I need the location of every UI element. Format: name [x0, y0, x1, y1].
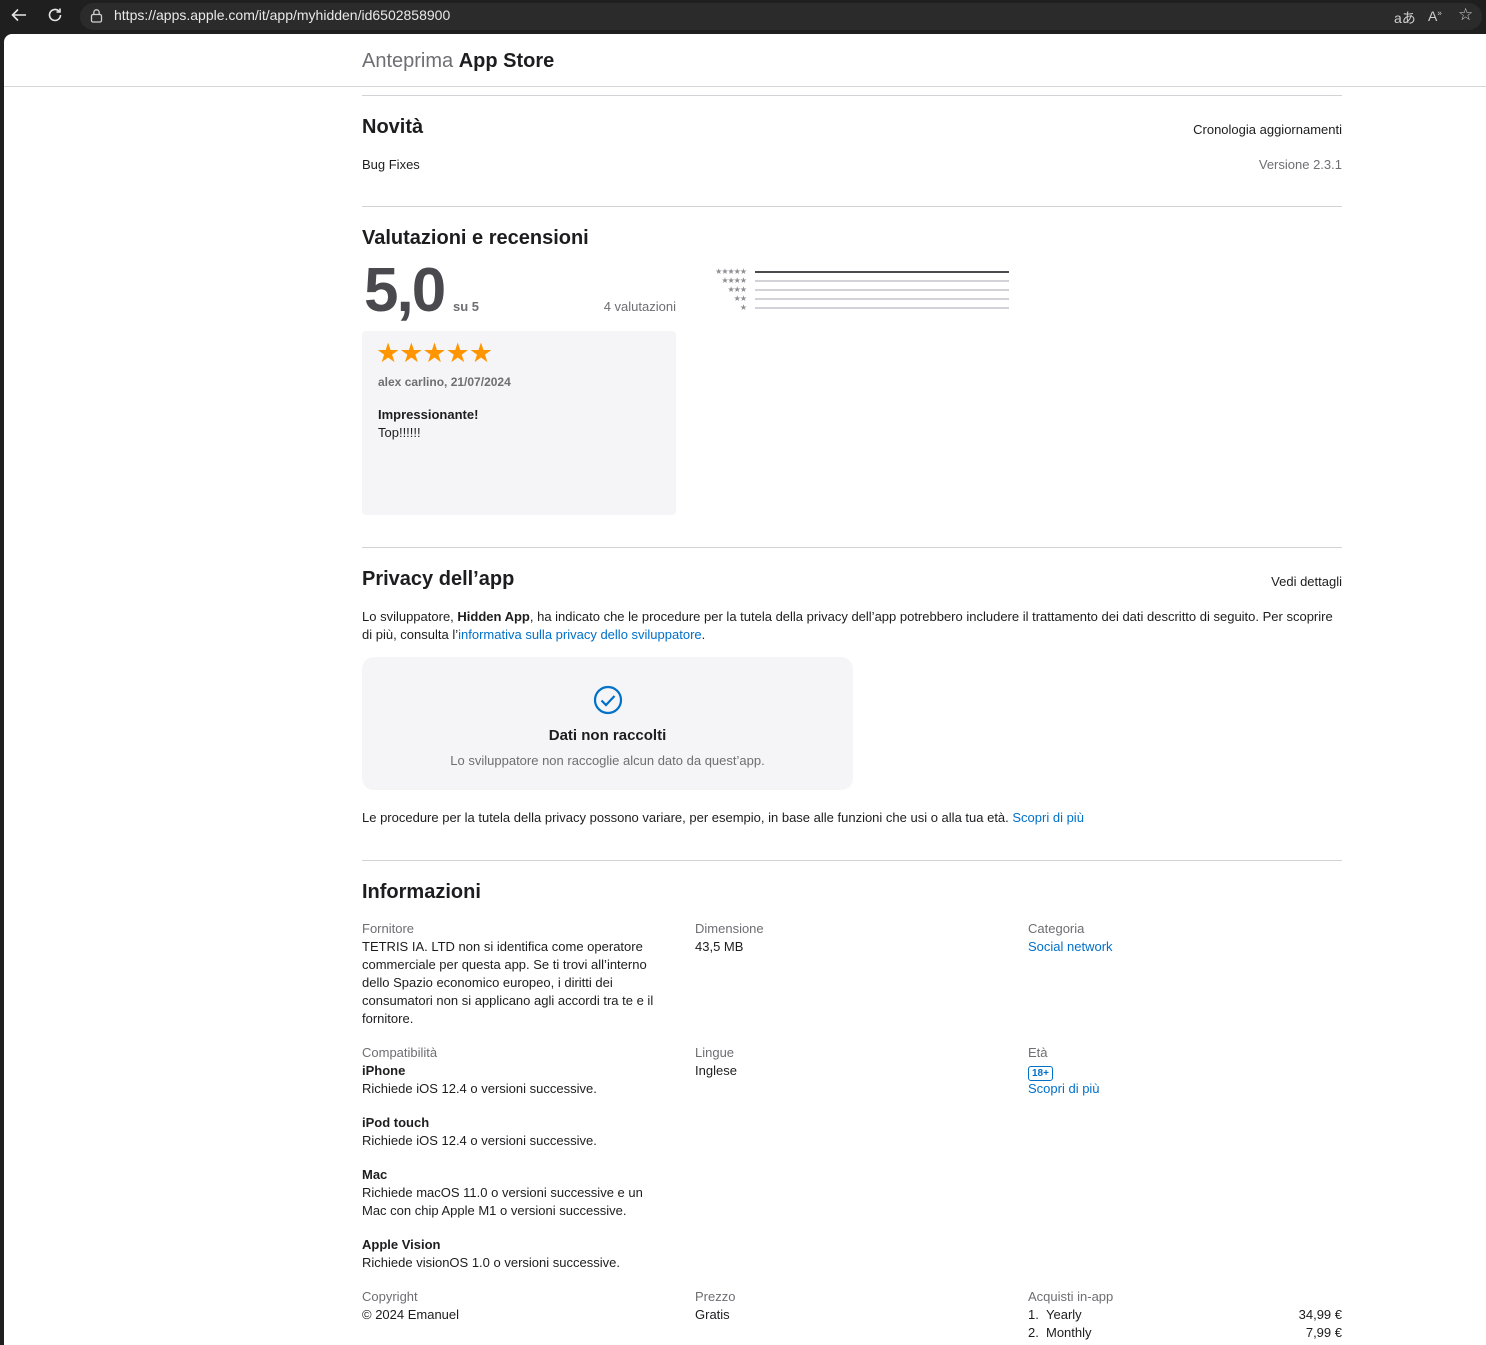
- languages-label: Lingue: [695, 1045, 735, 1060]
- back-arrow-icon[interactable]: [9, 5, 29, 25]
- iap-item-name: Monthly: [1046, 1325, 1092, 1340]
- rating-score: 5,0: [364, 256, 446, 325]
- rating-bar-stars: ★★★: [727, 284, 747, 294]
- translate-icon[interactable]: aあ: [1394, 8, 1416, 28]
- divider: [362, 547, 1342, 548]
- review-body: Top!!!!!!: [378, 425, 421, 440]
- web-page: Anteprima App Store Novità Cronologia ag…: [4, 34, 1486, 1345]
- lock-icon: [90, 8, 103, 26]
- review-card[interactable]: ★★★★★ alex carlino, 21/07/2024 Impressio…: [362, 331, 676, 515]
- age-learn-more-link[interactable]: Scopri di più: [1028, 1080, 1100, 1098]
- copyright-value: © 2024 Emanuel: [362, 1307, 460, 1322]
- reload-icon[interactable]: [45, 5, 65, 25]
- category-link[interactable]: Social network: [1028, 938, 1113, 956]
- privacy-learn-more-link[interactable]: Scopri di più: [1012, 810, 1084, 825]
- rating-out-of: su 5: [453, 299, 480, 314]
- review-stars-icon: ★★★★★: [376, 338, 493, 368]
- privacy-card-title: Dati non raccolti: [548, 727, 667, 744]
- rating-bar-1: ★: [696, 303, 1016, 312]
- copyright-label: Copyright: [362, 1289, 418, 1304]
- divider: [362, 95, 1342, 96]
- compat-requirement: Richiede iOS 12.4 o versioni successive.: [362, 1133, 597, 1148]
- review-author-date: alex carlino, 21/07/2024: [378, 375, 511, 389]
- compat-requirement: Richiede visionOS 1.0 o versioni success…: [362, 1255, 620, 1270]
- privacy-footer: Le procedure per la tutela della privacy…: [362, 810, 1084, 825]
- privacy-intro: Lo sviluppatore, Hidden App, ha indicato…: [362, 608, 1342, 644]
- rating-bar-3: ★★★: [696, 285, 1016, 294]
- age-rating-badge: 18+: [1028, 1066, 1053, 1081]
- privacy-details-link[interactable]: Vedi dettagli: [1271, 574, 1342, 589]
- rating-bar-4: ★★★★: [696, 276, 1016, 285]
- ratings-title: Valutazioni e recensioni: [362, 227, 589, 249]
- price-value: Gratis: [695, 1307, 730, 1322]
- info-title: Informazioni: [362, 881, 481, 903]
- compat-device: Mac: [362, 1167, 388, 1182]
- url-text: https://apps.apple.com/it/app/myhidden/i…: [114, 7, 451, 23]
- provider-label: Fornitore: [362, 921, 415, 936]
- rating-count: 4 valutazioni: [603, 299, 676, 314]
- read-aloud-icon[interactable]: A»: [1428, 8, 1442, 24]
- version-history-link[interactable]: Cronologia aggiornamenti: [1193, 122, 1342, 137]
- brand-prefix: Anteprima: [362, 50, 454, 72]
- rating-bar-stars: ★★★★★: [715, 266, 747, 276]
- app-store-header: Anteprima App Store: [4, 34, 1486, 87]
- iap-label: Acquisti in-app: [1028, 1289, 1114, 1304]
- developer-name: Hidden App: [457, 609, 530, 624]
- browser-toolbar: https://apps.apple.com/it/app/myhidden/i…: [0, 0, 1486, 34]
- privacy-card-text: Lo sviluppatore non raccoglie alcun dato…: [450, 753, 765, 768]
- size-label: Dimensione: [695, 921, 764, 936]
- languages-value: Inglese: [695, 1063, 737, 1078]
- checkmark-circle-icon: [593, 685, 623, 720]
- compat-device: iPhone: [362, 1063, 406, 1078]
- favorite-star-icon[interactable]: ☆: [1458, 5, 1473, 25]
- iap-item-price: 7,99 €: [1305, 1325, 1342, 1340]
- price-label: Prezzo: [695, 1289, 736, 1304]
- version-label: Versione 2.3.1: [1258, 157, 1342, 172]
- privacy-intro-text: Lo sviluppatore,: [362, 609, 458, 624]
- provider-value: TETRIS IA. LTD non si identifica come op…: [362, 939, 654, 1026]
- divider: [362, 206, 1342, 207]
- iap-item-price: 34,99 €: [1298, 1307, 1342, 1322]
- rating-bar-stars: ★★★★: [721, 275, 747, 285]
- privacy-card: Dati non raccolti Lo sviluppatore non ra…: [362, 657, 853, 790]
- privacy-title: Privacy dell’app: [362, 568, 515, 590]
- privacy-intro-text: .: [701, 627, 706, 642]
- privacy-policy-link[interactable]: informativa sulla privacy dello sviluppa…: [458, 627, 702, 642]
- rating-bar-stars: ★: [739, 302, 747, 312]
- compat-requirement: Richiede macOS 11.0 o versioni successiv…: [362, 1185, 643, 1218]
- rating-bar-5: ★★★★★: [696, 267, 1016, 276]
- review-title: Impressionante!: [378, 407, 479, 422]
- compat-label: Compatibilità: [362, 1045, 438, 1060]
- category-label: Categoria: [1028, 921, 1085, 936]
- privacy-footer-text: Le procedure per la tutela della privacy…: [362, 810, 1013, 825]
- rating-bar-fill: [755, 270, 1009, 273]
- release-notes: Bug Fixes: [362, 157, 420, 172]
- whats-new-title: Novità: [362, 116, 424, 138]
- size-value: 43,5 MB: [695, 939, 744, 954]
- rating-bar-2: ★★: [696, 294, 1016, 303]
- compat-device: iPod touch: [362, 1115, 430, 1130]
- address-bar[interactable]: https://apps.apple.com/it/app/myhidden/i…: [80, 3, 1482, 30]
- age-label: Età: [1028, 1045, 1048, 1060]
- age-badge: 18+: [1028, 1063, 1053, 1081]
- brand-title[interactable]: Anteprima App Store: [362, 50, 554, 73]
- compat-device: Apple Vision: [362, 1237, 441, 1252]
- divider: [362, 860, 1342, 861]
- compat-requirement: Richiede iOS 12.4 o versioni successive.: [362, 1081, 597, 1096]
- iap-item-name: Yearly: [1046, 1307, 1082, 1322]
- rating-bar-stars: ★★: [733, 293, 747, 303]
- brand-name: App Store: [458, 50, 555, 72]
- iap-item-number: 2.: [1028, 1325, 1039, 1340]
- iap-item-number: 1.: [1028, 1307, 1039, 1322]
